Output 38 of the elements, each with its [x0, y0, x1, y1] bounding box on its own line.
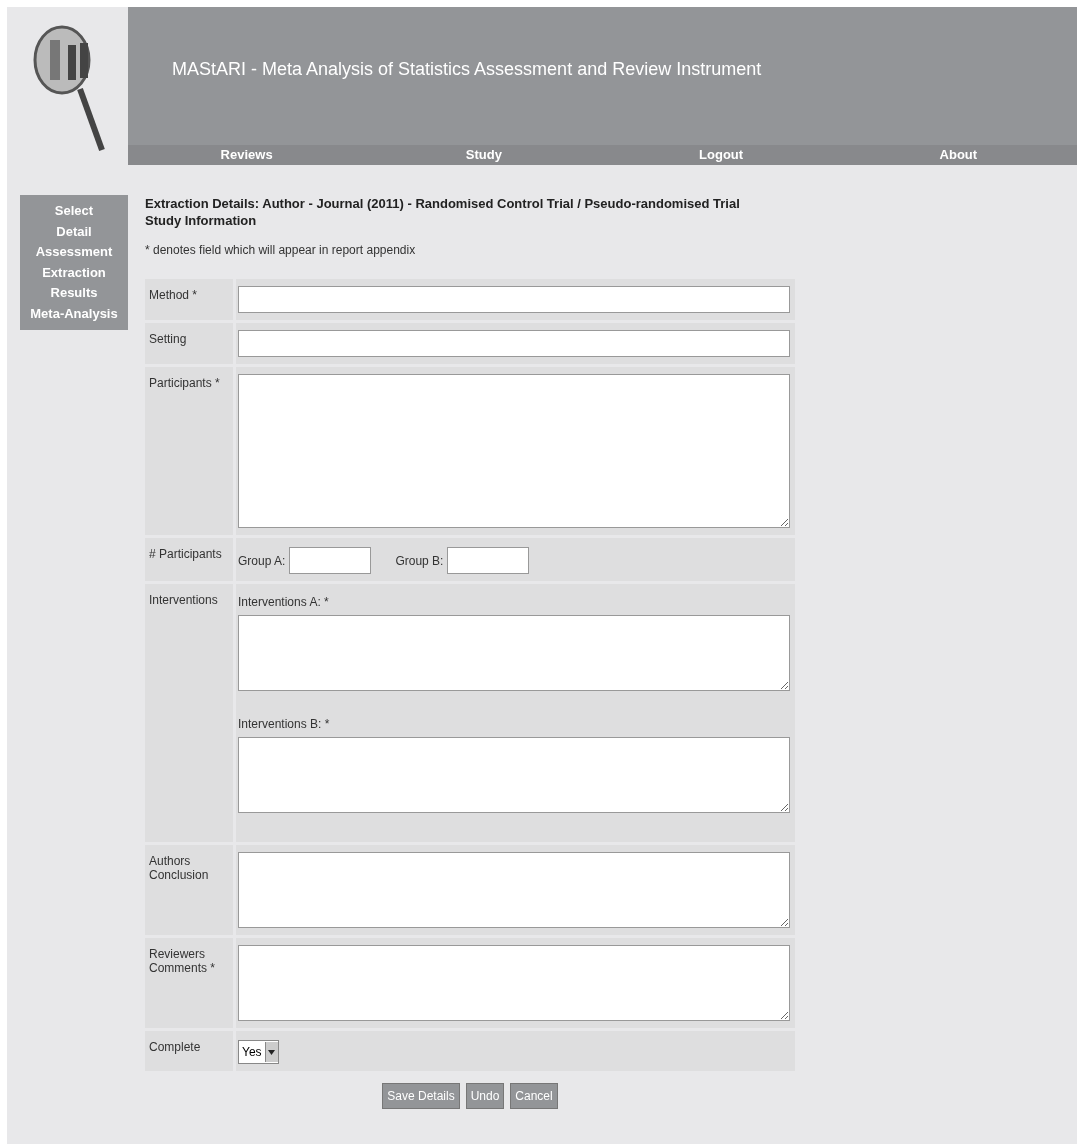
app-title: MAStARI - Meta Analysis of Statistics Assessment and Review Instrument: [171, 58, 762, 81]
field-label: Method *: [145, 279, 233, 320]
field-label: Setting: [145, 323, 233, 364]
text-field[interactable]: [238, 286, 790, 313]
nav-link[interactable]: Reviews: [128, 145, 366, 165]
field-label: Interventions: [145, 584, 233, 842]
form-button[interactable]: Cancel: [510, 1083, 558, 1109]
number-field[interactable]: [289, 547, 372, 574]
field-label: Reviewers Comments *: [145, 938, 233, 1028]
form-button[interactable]: Save Details: [382, 1083, 460, 1109]
dropdown[interactable]: Yes: [238, 1040, 279, 1064]
text-area[interactable]: [238, 615, 790, 691]
field-label: # Participants: [145, 538, 233, 581]
page-heading: Extraction Details: Author - Journal (2011) - Randomised Control Trial / Pseudo-randomised Trial: [145, 195, 741, 212]
nav-link[interactable]: About: [839, 145, 1077, 165]
nav-link[interactable]: Logout: [602, 145, 840, 165]
sidebar-item[interactable]: Meta-Analysis: [30, 303, 118, 324]
field-label: Interventions B: *: [238, 717, 331, 731]
text-area[interactable]: [238, 945, 790, 1021]
field-label: Participants *: [145, 367, 233, 535]
field-label: Group A:: [238, 553, 286, 568]
form-button[interactable]: Undo: [465, 1083, 505, 1109]
field-label: Group B:: [395, 553, 444, 568]
field-label: Complete: [145, 1031, 233, 1071]
sidebar-item[interactable]: Select: [54, 201, 94, 222]
note-text: * denotes field which will appear in report appendix: [145, 243, 417, 257]
text-field[interactable]: [238, 330, 790, 357]
sidebar-item[interactable]: Results: [50, 283, 98, 304]
number-field[interactable]: [447, 547, 530, 574]
sidebar-item[interactable]: Assessment: [35, 242, 113, 263]
section-heading: Study Information: [145, 212, 258, 229]
nav-link[interactable]: Study: [365, 145, 603, 165]
text-area[interactable]: [238, 852, 790, 928]
sidebar-item[interactable]: Extraction: [42, 262, 106, 283]
sidebar-item[interactable]: Detail: [56, 221, 92, 242]
field-label: Interventions A: *: [238, 595, 330, 609]
field-label: Authors Conclusion: [145, 845, 233, 935]
text-area[interactable]: [238, 737, 790, 813]
